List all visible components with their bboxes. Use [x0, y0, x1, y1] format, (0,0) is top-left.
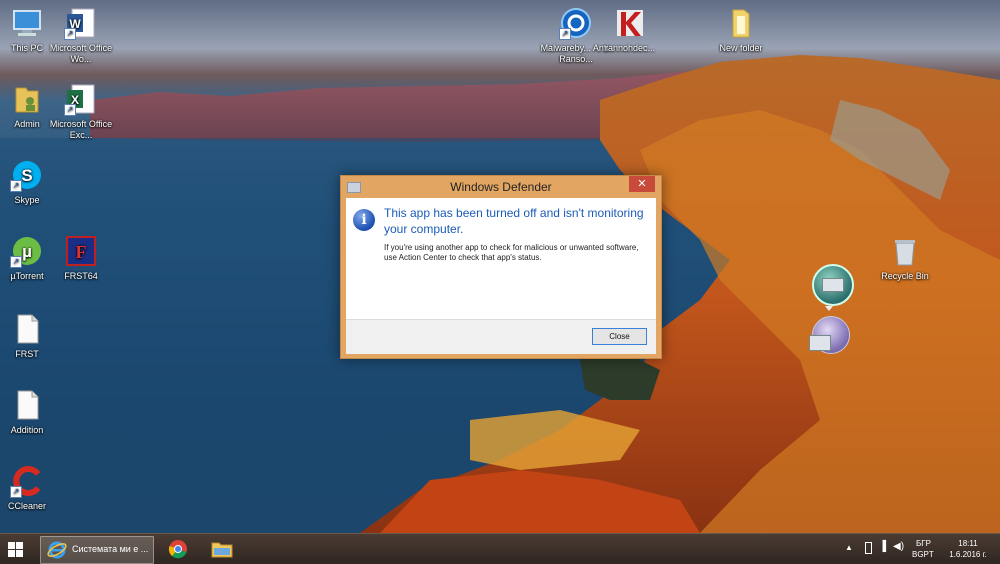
chevron-down-icon[interactable]	[825, 306, 833, 311]
text-file-icon	[10, 312, 44, 346]
desktop-icon-label: Skype	[14, 195, 40, 205]
windows-logo-icon	[8, 542, 15, 549]
chrome-icon	[168, 540, 187, 559]
desktop-icon-ccleaner[interactable]: ↗ CCleaner	[0, 464, 65, 512]
excel-icon: X ↗	[64, 82, 98, 116]
shortcut-arrow-icon: ↗	[10, 180, 22, 192]
dialog-content: i This app has been turned off and isn't…	[346, 198, 656, 354]
desktop-icon-label: rannohdec...	[604, 43, 656, 53]
internet-explorer-icon	[47, 541, 67, 559]
shortcut-arrow-icon: ↗	[10, 256, 22, 268]
taskbar-item-internet-explorer[interactable]: Системата ми е ...	[40, 536, 154, 564]
gadget-screen-icon	[822, 278, 844, 292]
network-icon[interactable]: ▐	[879, 541, 886, 552]
folder-icon	[724, 6, 758, 40]
language-code: БГР	[916, 539, 931, 548]
gadget-screen-icon	[809, 335, 831, 351]
desktop-icon-excel[interactable]: X ↗ Microsoft Office Exc...	[43, 82, 119, 141]
shortcut-arrow-icon: ↗	[64, 28, 76, 40]
user-folder-icon	[10, 82, 44, 116]
gadget-cpu-meter[interactable]	[812, 264, 854, 306]
shortcut-arrow-icon: ↗	[64, 104, 76, 116]
desktop-icon-label: Addition	[10, 425, 44, 435]
taskbar-item-file-explorer[interactable]	[206, 536, 238, 562]
info-icon: i	[353, 209, 375, 231]
computer-icon	[10, 6, 44, 40]
gadget-media[interactable]	[809, 316, 850, 354]
frst64-icon: F	[64, 234, 98, 268]
dialog-heading: This app has been turned off and isn't m…	[384, 206, 644, 236]
desktop-icon-addition[interactable]: Addition	[0, 388, 65, 436]
desktop-icon-frst[interactable]: FRST	[0, 312, 65, 360]
dialog-footer: Close	[346, 319, 656, 354]
shortcut-arrow-icon: ↗	[559, 28, 571, 40]
desktop-icon-label: New folder	[719, 43, 763, 53]
desktop-icon-label: Microsoft Office Wo...	[49, 43, 113, 64]
desktop-icon-rannohdec[interactable]: rannohdec...	[592, 6, 668, 54]
desktop-icon-word[interactable]: W ↗ Microsoft Office Wo...	[43, 6, 119, 65]
language-indicator[interactable]: БГР BGPT	[912, 534, 942, 564]
language-layout: BGPT	[912, 550, 934, 559]
file-explorer-icon	[211, 542, 233, 558]
desktop-icon-recycle-bin[interactable]: Recycle Bin	[867, 234, 943, 282]
desktop-icon-label: Microsoft Office Exc...	[49, 119, 113, 140]
shortcut-arrow-icon: ↗	[10, 486, 22, 498]
clock-date: 1.6.2016 г.	[949, 550, 987, 559]
dialog-title: Windows Defender	[450, 180, 552, 194]
dialog-body-text: If you're using another app to check for…	[384, 243, 639, 262]
battery-icon[interactable]	[865, 542, 872, 554]
close-button[interactable]: Close	[592, 328, 647, 345]
desktop-icon-label: FRST64	[64, 271, 98, 281]
taskbar-item-label: Системата ми е ...	[72, 544, 149, 554]
text-file-icon	[10, 388, 44, 422]
skype-icon: S ↗	[10, 158, 44, 192]
desktop-icon-new-folder[interactable]: New folder	[703, 6, 779, 54]
dialog-close-button[interactable]: ✕	[629, 176, 655, 192]
svg-text:F: F	[76, 242, 87, 262]
word-icon: W ↗	[64, 6, 98, 40]
desktop-icon-label: Recycle Bin	[881, 271, 929, 281]
desktop-icon-frst64[interactable]: F FRST64	[43, 234, 119, 282]
clock-time: 18:11	[958, 539, 978, 548]
kaspersky-icon	[613, 6, 647, 40]
svg-text:µ: µ	[22, 242, 32, 261]
desktop[interactable]: This PC W ↗ Microsoft Office Wo... Admin…	[0, 0, 1000, 533]
taskbar-item-chrome[interactable]	[162, 536, 194, 562]
desktop-icon-label: CCleaner	[7, 501, 47, 511]
ccleaner-icon: ↗	[10, 464, 44, 498]
desktop-icon-label: FRST	[15, 349, 39, 359]
recycle-bin-icon	[888, 234, 922, 268]
svg-text:S: S	[21, 166, 32, 185]
clock[interactable]: 18:11 1.6.2016 г.	[942, 534, 994, 564]
system-tray-icons: ▲ ▐ ◀)	[845, 534, 905, 564]
volume-icon[interactable]: ◀)	[893, 541, 904, 552]
start-button[interactable]	[8, 542, 24, 558]
show-hidden-icons-icon[interactable]: ▲	[845, 543, 853, 552]
desktop-icon-skype[interactable]: S ↗ Skype	[0, 158, 65, 206]
utorrent-icon: µ ↗	[10, 234, 44, 268]
taskbar: Системата ми е ... ▲ ▐ ◀) БГР BGPT 18:11…	[0, 533, 1000, 564]
malwarebytes-icon: ↗	[559, 6, 593, 40]
windows-defender-dialog: Windows Defender ✕ i This app has been t…	[340, 175, 662, 359]
